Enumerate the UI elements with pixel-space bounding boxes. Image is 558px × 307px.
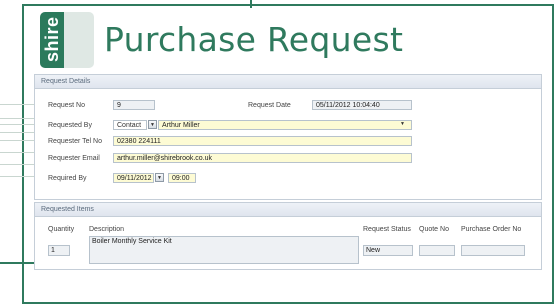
request-no-label: Request No <box>48 102 85 109</box>
tel-label: Requester Tel No <box>48 138 102 145</box>
request-details-header: Request Details <box>35 75 541 89</box>
chevron-down-icon[interactable]: ▼ <box>148 120 157 129</box>
page-title: Purchase Request <box>104 20 404 59</box>
purchase-order-no-field[interactable] <box>461 245 525 256</box>
col-quantity: Quantity <box>48 226 75 233</box>
chevron-down-icon[interactable]: ▼ <box>155 173 164 182</box>
required-by-label: Required By <box>48 175 87 182</box>
quantity-field[interactable]: 1 <box>48 245 70 256</box>
quote-no-field[interactable] <box>419 245 455 256</box>
chevron-down-icon[interactable]: ▼ <box>398 120 407 129</box>
shire-logo: shire <box>40 12 94 68</box>
request-date-field[interactable]: 05/11/2012 10:04:40 <box>312 100 412 110</box>
tel-field[interactable]: 02380 224111 <box>113 136 412 146</box>
request-no-field[interactable]: 9 <box>113 100 155 110</box>
col-description: Description <box>89 226 125 233</box>
status-field[interactable]: New <box>363 245 413 256</box>
request-details-panel: Request Details Request No 9 Request Dat… <box>34 74 542 200</box>
requested-by-label: Requested By <box>48 122 92 129</box>
description-field[interactable]: Boiler Monthly Service Kit <box>89 236 359 264</box>
frame-notch <box>250 0 252 8</box>
email-field[interactable]: arthur.miller@shirebrook.co.uk <box>113 153 412 163</box>
col-request-status: Request Status <box>363 226 411 233</box>
logo-text: shire <box>42 16 62 62</box>
requested-by-type-select[interactable]: Contact <box>113 120 147 130</box>
requested-items-header: Requested Items <box>35 203 541 217</box>
requested-by-name-field[interactable]: Arthur Miller <box>158 120 412 130</box>
col-purchase-order-no: Purchase Order No <box>461 226 522 233</box>
col-quote-no: Quote No <box>419 226 449 233</box>
required-by-time-field[interactable]: 09:00 <box>168 173 196 183</box>
request-date-label: Request Date <box>248 102 291 109</box>
requested-items-panel: Requested Items Quantity Description Req… <box>34 202 542 270</box>
required-by-date-field[interactable]: 09/11/2012 <box>113 173 154 183</box>
email-label: Requester Email <box>48 155 100 162</box>
